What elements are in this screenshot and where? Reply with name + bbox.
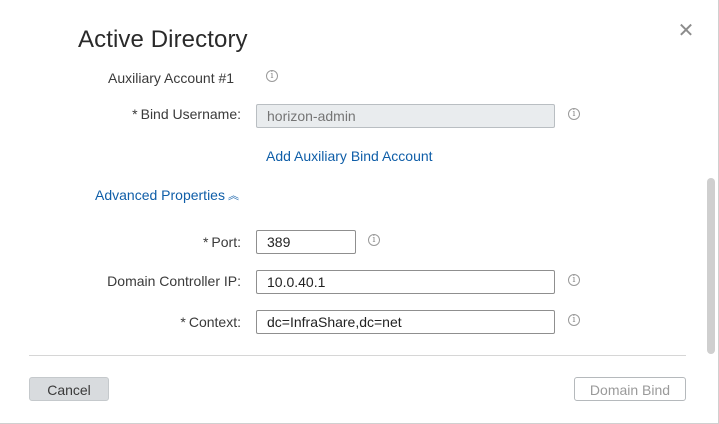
- port-input[interactable]: [256, 230, 356, 254]
- info-icon[interactable]: i: [568, 108, 580, 120]
- advanced-properties-toggle[interactable]: Advanced Properties ︽: [95, 187, 239, 203]
- close-icon[interactable]: ✕: [677, 20, 695, 42]
- domain-controller-ip-input[interactable]: [256, 270, 555, 294]
- dialog-title: Active Directory: [78, 26, 248, 53]
- required-mark: *: [180, 314, 186, 330]
- context-input[interactable]: [256, 310, 555, 334]
- info-icon[interactable]: i: [266, 70, 278, 82]
- domain-bind-button[interactable]: Domain Bind: [574, 377, 686, 401]
- context-label: * Context:: [180, 314, 241, 330]
- info-icon[interactable]: i: [368, 234, 380, 246]
- bind-username-label: * Bind Username:: [132, 106, 241, 122]
- required-mark: *: [132, 106, 138, 122]
- auxiliary-account-label: Auxiliary Account #1: [108, 70, 235, 86]
- cancel-button[interactable]: Cancel: [29, 377, 109, 401]
- port-label: * Port:: [202, 234, 241, 250]
- active-directory-dialog: Active Directory ✕ Auxiliary Account #1 …: [0, 0, 719, 424]
- footer-divider: [29, 355, 686, 356]
- info-icon[interactable]: i: [568, 274, 580, 286]
- domain-controller-ip-label: Domain Controller IP:: [107, 273, 241, 289]
- info-icon[interactable]: i: [568, 314, 580, 326]
- bind-username-input[interactable]: [256, 104, 555, 128]
- required-mark: *: [202, 234, 209, 250]
- chevron-up-double-icon: ︽: [227, 190, 239, 202]
- scrollbar[interactable]: [707, 178, 715, 354]
- add-auxiliary-bind-account-link[interactable]: Add Auxiliary Bind Account: [266, 148, 433, 164]
